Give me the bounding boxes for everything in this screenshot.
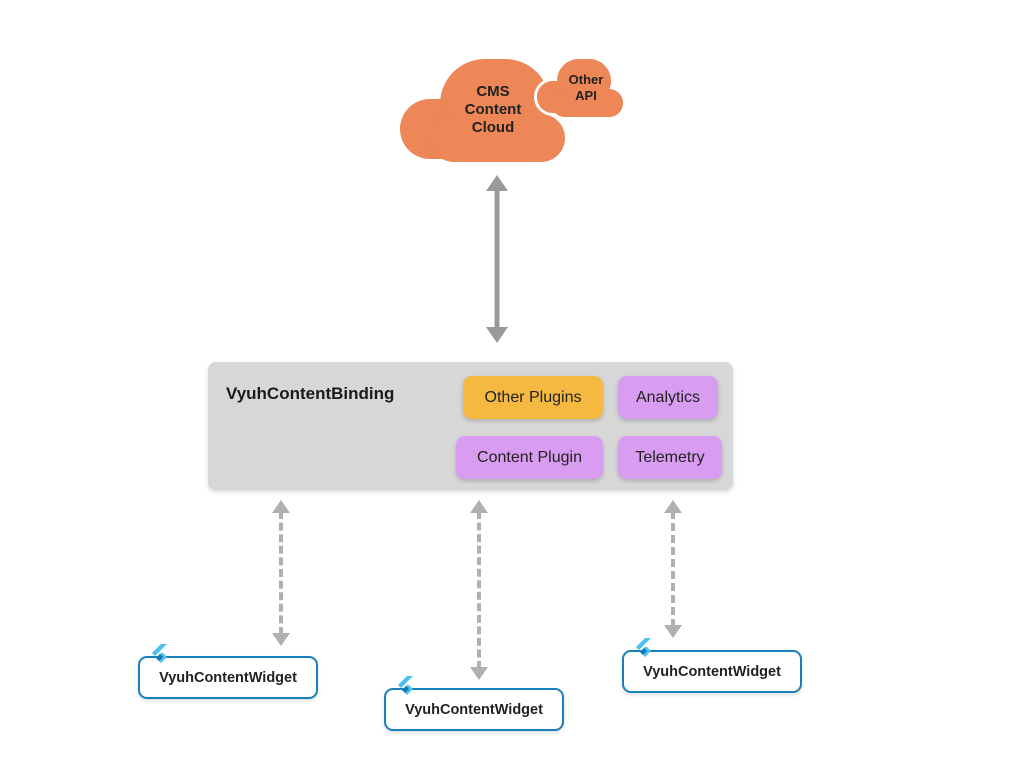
plugin-content: Content Plugin: [456, 436, 603, 479]
widget-2-label: VyuhContentWidget: [405, 702, 543, 718]
plugin-telemetry: Telemetry: [618, 436, 722, 479]
plugin-telemetry-label: Telemetry: [635, 449, 704, 467]
plugin-content-label: Content Plugin: [477, 449, 582, 467]
widget-1-label: VyuhContentWidget: [159, 670, 297, 686]
binding-box: VyuhContentBinding Other Plugins Analyti…: [208, 362, 733, 490]
arrow-cloud-to-binding: [486, 175, 508, 343]
widget-3-label: VyuhContentWidget: [643, 664, 781, 680]
plugin-analytics: Analytics: [618, 376, 718, 419]
cloud-small-label: Other API: [558, 72, 614, 103]
arrow-binding-to-widget-1: [272, 500, 290, 646]
arrow-binding-to-widget-3: [664, 500, 682, 638]
cloud-cluster: CMS Content Cloud Other API: [400, 36, 630, 166]
plugin-analytics-label: Analytics: [636, 389, 700, 407]
plugin-other-label: Other Plugins: [485, 389, 582, 407]
cloud-main-label: CMS Content Cloud: [448, 83, 538, 137]
flutter-icon: [632, 636, 656, 660]
plugin-other: Other Plugins: [463, 376, 603, 419]
flutter-icon: [148, 642, 172, 666]
flutter-icon: [394, 674, 418, 698]
arrow-binding-to-widget-2: [470, 500, 488, 680]
cloud-other-api: Other API: [534, 56, 634, 122]
binding-title: VyuhContentBinding: [226, 384, 394, 404]
